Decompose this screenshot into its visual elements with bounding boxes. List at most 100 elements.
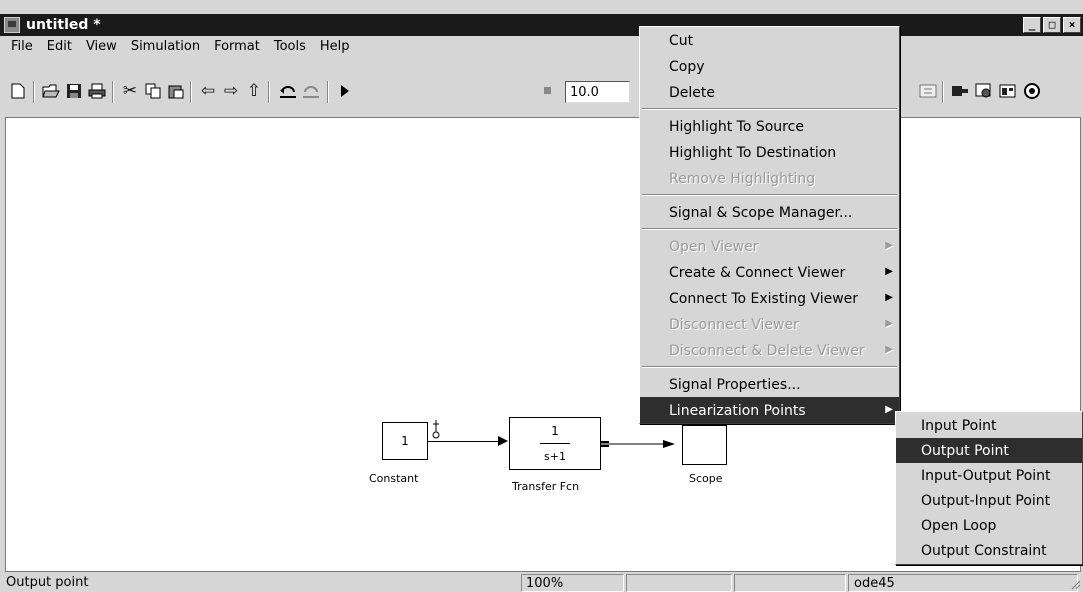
toolbar-separator <box>942 81 944 103</box>
menu-bar: File Edit View Simulation Format Tools H… <box>0 36 1083 56</box>
tf-numerator: 1 <box>551 424 559 438</box>
open-folder-icon[interactable] <box>39 80 63 102</box>
stop-time-field[interactable]: 10.0 <box>565 81 630 103</box>
menu-item-disconnect-delete-viewer: Disconnect & Delete Viewer ▶ <box>640 337 899 363</box>
toolbar-separator <box>33 81 35 103</box>
menu-help[interactable]: Help <box>313 36 357 56</box>
menu-item-label: Open Viewer <box>669 239 759 255</box>
menu-item-label: Highlight To Source <box>669 119 804 135</box>
test-point-marker <box>431 420 441 440</box>
menu-item-create-connect-viewer[interactable]: Create & Connect Viewer ▶ <box>640 259 899 285</box>
submenu-arrow-icon: ▶ <box>885 344 893 355</box>
menu-file[interactable]: File <box>4 36 40 56</box>
menu-item-label: Remove Highlighting <box>669 171 816 187</box>
resize-grip-icon[interactable] <box>1069 578 1081 590</box>
menu-item-copy[interactable]: Copy <box>640 53 899 79</box>
submenu-arrow-icon: ▶ <box>885 318 893 329</box>
toolbar-separator <box>268 81 270 103</box>
forward-icon[interactable]: ⇨ <box>219 80 243 102</box>
menu-item-label: Signal Properties... <box>669 377 801 393</box>
menu-item-label: Highlight To Destination <box>669 145 837 161</box>
tf-denominator: s+1 <box>544 450 566 463</box>
submenu-arrow-icon: ▶ <box>885 404 893 415</box>
undo-icon[interactable] <box>276 80 300 102</box>
maximize-button[interactable]: □ <box>1043 17 1061 33</box>
submenu-item-open-loop[interactable]: Open Loop <box>896 513 1082 538</box>
menu-format[interactable]: Format <box>207 36 267 56</box>
debugger-icon[interactable] <box>972 80 996 102</box>
transfer-fcn-caption: Transfer Fcn <box>512 480 580 493</box>
menu-view[interactable]: View <box>79 36 124 56</box>
linearization-submenu: Input Point Output Point Input-Output Poin… <box>895 411 1083 565</box>
menu-item-label: Linearization Points <box>669 403 806 419</box>
toolbar-separator <box>112 81 114 103</box>
menu-separator <box>642 194 897 196</box>
menu-item-connect-to-existing-viewer[interactable]: Connect To Existing Viewer ▶ <box>640 285 899 311</box>
settings-gear-icon[interactable] <box>1020 80 1044 102</box>
status-message: Output point <box>6 575 89 590</box>
close-button[interactable]: × <box>1063 17 1081 33</box>
cut-icon[interactable]: ✂ <box>118 80 142 102</box>
toolbar-separator <box>327 81 329 103</box>
library-icon[interactable] <box>916 80 940 102</box>
simulink-app-icon[interactable] <box>4 17 20 33</box>
menu-item-open-viewer: Open Viewer ▶ <box>640 233 899 259</box>
transfer-fcn-block[interactable]: 1 s+1 <box>509 417 601 470</box>
menu-simulation[interactable]: Simulation <box>124 36 207 56</box>
stop-icon[interactable] <box>536 80 560 102</box>
menu-item-label: Connect To Existing Viewer <box>669 291 859 307</box>
status-cell-empty <box>734 574 846 592</box>
menu-item-highlight-to-destination[interactable]: Highlight To Destination <box>640 139 899 165</box>
signal-line-constant[interactable] <box>428 441 499 442</box>
redo-icon[interactable] <box>299 80 323 102</box>
menu-item-label: Disconnect & Delete Viewer <box>669 343 865 359</box>
submenu-item-input-point[interactable]: Input Point <box>896 413 1082 438</box>
submenu-arrow-icon: ▶ <box>885 266 893 277</box>
menu-item-cut[interactable]: Cut <box>640 27 899 53</box>
model-browser-icon[interactable] <box>948 80 972 102</box>
save-icon[interactable] <box>62 80 86 102</box>
constant-caption: Constant <box>369 472 419 485</box>
menu-item-signal-scope-manager[interactable]: Signal & Scope Manager... <box>640 199 899 225</box>
scope-block[interactable] <box>682 425 727 465</box>
copy-icon[interactable] <box>141 80 165 102</box>
constant-value: 1 <box>401 434 409 448</box>
minimize-button[interactable]: _ <box>1023 17 1041 33</box>
explorer-icon[interactable] <box>996 80 1020 102</box>
constant-block[interactable]: 1 <box>382 422 428 460</box>
menu-item-label: Signal & Scope Manager... <box>669 205 853 221</box>
menu-separator <box>642 108 897 110</box>
submenu-item-output-constraint[interactable]: Output Constraint <box>896 538 1082 563</box>
status-cell-empty <box>626 574 732 592</box>
menu-item-signal-properties[interactable]: Signal Properties... <box>640 371 899 397</box>
submenu-item-input-output-point[interactable]: Input-Output Point <box>896 463 1082 488</box>
menu-item-delete[interactable]: Delete <box>640 79 899 105</box>
print-icon[interactable] <box>85 80 109 102</box>
submenu-item-output-input-point[interactable]: Output-Input Point <box>896 488 1082 513</box>
status-zoom: 100% <box>521 574 624 592</box>
submenu-arrow-icon: ▶ <box>885 240 893 251</box>
menu-item-highlight-to-source[interactable]: Highlight To Source <box>640 113 899 139</box>
paste-icon[interactable] <box>164 80 188 102</box>
back-icon[interactable]: ⇦ <box>196 80 220 102</box>
status-bar: Output point 100% ode45 <box>0 572 1083 592</box>
menu-item-label: Cut <box>669 33 694 49</box>
menu-item-remove-highlighting: Remove Highlighting <box>640 165 899 191</box>
selected-signal-line[interactable] <box>601 437 681 448</box>
menu-item-label: Create & Connect Viewer <box>669 265 846 281</box>
play-icon[interactable] <box>333 80 357 102</box>
signal-arrowhead <box>498 436 508 446</box>
toolbar-separator <box>190 81 192 103</box>
menu-separator <box>642 228 897 230</box>
menu-edit[interactable]: Edit <box>40 36 79 56</box>
status-solver: ode45 <box>848 574 1078 592</box>
menu-item-disconnect-viewer: Disconnect Viewer ▶ <box>640 311 899 337</box>
menu-separator <box>642 366 897 368</box>
submenu-item-output-point[interactable]: Output Point <box>896 438 1082 463</box>
menu-item-linearization-points[interactable]: Linearization Points ▶ <box>640 397 899 423</box>
context-menu: Cut Copy Delete Highlight To Source Highligh… <box>639 26 900 424</box>
new-file-icon[interactable] <box>6 80 30 102</box>
menu-tools[interactable]: Tools <box>267 36 313 56</box>
up-icon[interactable]: ⇧ <box>242 80 266 102</box>
title-bar: untitled * _ □ × <box>0 14 1083 36</box>
